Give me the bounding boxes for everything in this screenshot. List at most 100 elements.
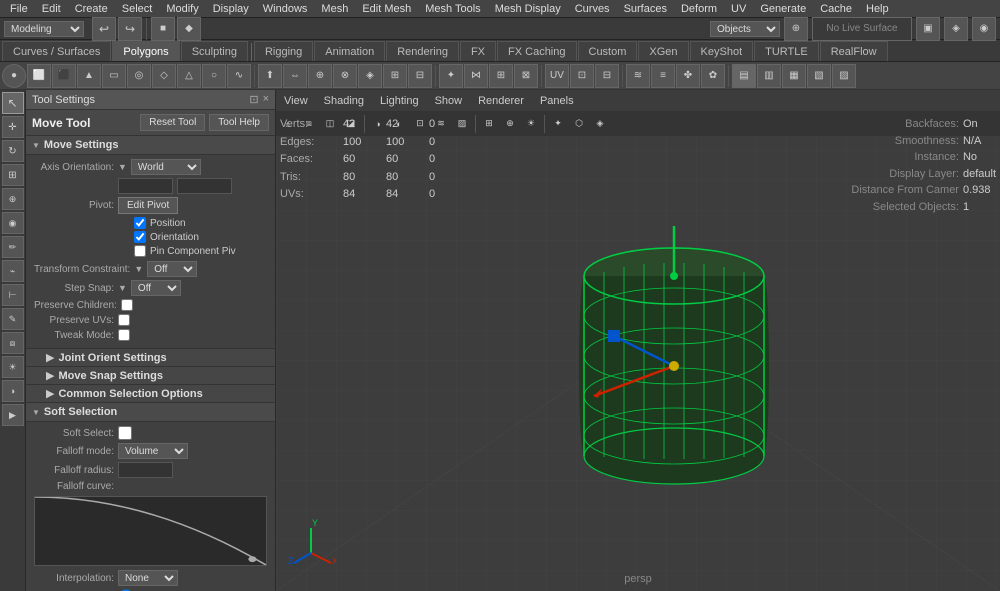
tb-combine[interactable]: ⊞ [489, 64, 513, 88]
viewport[interactable]: View Shading Lighting Show Renderer Pane… [276, 90, 1000, 591]
joint-orient-header[interactable]: ▶ Joint Orient Settings [26, 349, 275, 367]
menu-windows[interactable]: Windows [257, 2, 314, 16]
tb-select-all[interactable]: ✦ [439, 64, 463, 88]
vp-menu-show[interactable]: Show [431, 94, 467, 108]
menu-generate[interactable]: Generate [754, 2, 812, 16]
tab-fx-caching[interactable]: FX Caching [497, 41, 576, 61]
tb-unfold[interactable]: ⊡ [570, 64, 594, 88]
tb-separate[interactable]: ⊠ [514, 64, 538, 88]
tb-smooth[interactable]: ≋ [626, 64, 650, 88]
menu-cache[interactable]: Cache [814, 2, 858, 16]
tab-turtle[interactable]: TURTLE [754, 41, 819, 61]
undo-btn[interactable]: ↩ [92, 17, 116, 41]
paint-select-btn[interactable]: ✏ [2, 236, 24, 258]
lasso-select-btn[interactable]: ⌁ [2, 260, 24, 282]
select-mode-obj[interactable]: ■ [151, 17, 175, 41]
vp-icon-hull[interactable]: ⬡ [569, 114, 589, 134]
camera-btn[interactable]: ⧈ [2, 332, 24, 354]
scale-tool-btn[interactable]: ⊞ [2, 164, 24, 186]
menu-mesh-display[interactable]: Mesh Display [489, 2, 567, 16]
tb-bevel[interactable]: ◈ [358, 64, 382, 88]
light-btn[interactable]: ☀ [2, 356, 24, 378]
falloff-radius-input[interactable]: 0.50 [118, 462, 173, 478]
reset-tool-btn[interactable]: Reset Tool [140, 114, 205, 131]
tb-cube[interactable]: ⬜ [27, 64, 51, 88]
tab-realflow[interactable]: RealFlow [820, 41, 888, 61]
close-icon[interactable]: × [263, 93, 269, 106]
tb-display-3[interactable]: ▦ [782, 64, 806, 88]
soft-selection-header[interactable]: ▼ Soft Selection [26, 403, 275, 422]
tb-uv-map[interactable]: UV [545, 64, 569, 88]
float-btn[interactable]: ⊡ [249, 93, 258, 106]
edit-pivot-btn[interactable]: Edit Pivot [118, 197, 178, 214]
tb-plane[interactable]: ▭ [102, 64, 126, 88]
y-value-input[interactable]: 0.00 [177, 178, 232, 194]
select-tool-btn[interactable]: ↖ [2, 92, 24, 114]
tb-bridge[interactable]: ⇔ [283, 64, 307, 88]
tab-sculpting[interactable]: Sculpting [181, 41, 248, 61]
move-tool-btn[interactable]: ✛ [2, 116, 24, 138]
tb-insert-loop[interactable]: ⊞ [383, 64, 407, 88]
tb-mirror[interactable]: ⋈ [464, 64, 488, 88]
orientation-checkbox[interactable] [134, 231, 146, 243]
tb-layout[interactable]: ⊟ [595, 64, 619, 88]
tb-pyramid[interactable]: △ [177, 64, 201, 88]
menu-modify[interactable]: Modify [160, 2, 204, 16]
tb-reduce[interactable]: ≡ [651, 64, 675, 88]
vp-menu-view[interactable]: View [280, 94, 312, 108]
tab-fx[interactable]: FX [460, 41, 496, 61]
tb-display-1[interactable]: ▤ [732, 64, 756, 88]
tb-pipe[interactable]: ○ [202, 64, 226, 88]
tb-offset[interactable]: ⊟ [408, 64, 432, 88]
axis-orientation-select[interactable]: World [131, 159, 201, 175]
tab-rendering[interactable]: Rendering [386, 41, 459, 61]
tb-cylinder[interactable]: ⬛ [52, 64, 76, 88]
tb-sphere[interactable]: ● [2, 64, 26, 88]
position-checkbox[interactable] [134, 217, 146, 229]
menu-select[interactable]: Select [116, 2, 159, 16]
common-selection-header[interactable]: ▶ Common Selection Options [26, 385, 275, 403]
redo-btn[interactable]: ↪ [118, 17, 142, 41]
tab-xgen[interactable]: XGen [638, 41, 688, 61]
tab-polygons[interactable]: Polygons [112, 41, 179, 61]
tb-merge[interactable]: ⊕ [308, 64, 332, 88]
tweak-mode-checkbox[interactable] [118, 329, 130, 341]
tb-torus[interactable]: ◎ [127, 64, 151, 88]
show-hide-btn[interactable]: ◑ [2, 380, 24, 402]
tool-help-btn[interactable]: Tool Help [209, 114, 269, 131]
tool-icons-r3[interactable]: ◉ [972, 17, 996, 41]
tb-display-5[interactable]: ▨ [832, 64, 856, 88]
vp-menu-renderer[interactable]: Renderer [474, 94, 528, 108]
annotate-btn[interactable]: ✎ [2, 308, 24, 330]
tb-cone[interactable]: ▲ [77, 64, 101, 88]
mode-select[interactable]: Modeling [4, 21, 84, 37]
transform-constraint-select[interactable]: Off [147, 261, 197, 277]
tb-split[interactable]: ⊗ [333, 64, 357, 88]
menu-display[interactable]: Display [207, 2, 255, 16]
vp-menu-panels[interactable]: Panels [536, 94, 578, 108]
universal-tool-btn[interactable]: ⊕ [2, 188, 24, 210]
soft-select-btn[interactable]: ◉ [2, 212, 24, 234]
tb-sculpt[interactable]: ✿ [701, 64, 725, 88]
live-surface-btn[interactable]: No Live Surface [812, 17, 912, 41]
move-snap-header[interactable]: ▶ Move Snap Settings [26, 367, 275, 385]
x-value-input[interactable]: 0.0000 [118, 178, 173, 194]
snap-btn[interactable]: ⊕ [784, 17, 808, 41]
preserve-uvs-checkbox[interactable] [118, 314, 130, 326]
tool-icons-r2[interactable]: ◈ [944, 17, 968, 41]
menu-uv[interactable]: UV [725, 2, 752, 16]
pin-component-checkbox[interactable] [134, 245, 146, 257]
rotate-tool-btn[interactable]: ↻ [2, 140, 24, 162]
menu-deform[interactable]: Deform [675, 2, 723, 16]
menu-create[interactable]: Create [69, 2, 114, 16]
measure-btn[interactable]: ⊢ [2, 284, 24, 306]
move-settings-header[interactable]: ▼ Move Settings [26, 136, 275, 155]
tab-rigging[interactable]: Rigging [254, 41, 313, 61]
tool-icons-r1[interactable]: ▣ [916, 17, 940, 41]
interpolation-select[interactable]: None [118, 570, 178, 586]
falloff-curve-display[interactable] [34, 496, 267, 566]
select-mode-comp[interactable]: ◆ [177, 17, 201, 41]
vp-icon-silhouette[interactable]: ◈ [590, 114, 610, 134]
preserve-children-checkbox[interactable] [121, 299, 133, 311]
vp-menu-lighting[interactable]: Lighting [376, 94, 423, 108]
